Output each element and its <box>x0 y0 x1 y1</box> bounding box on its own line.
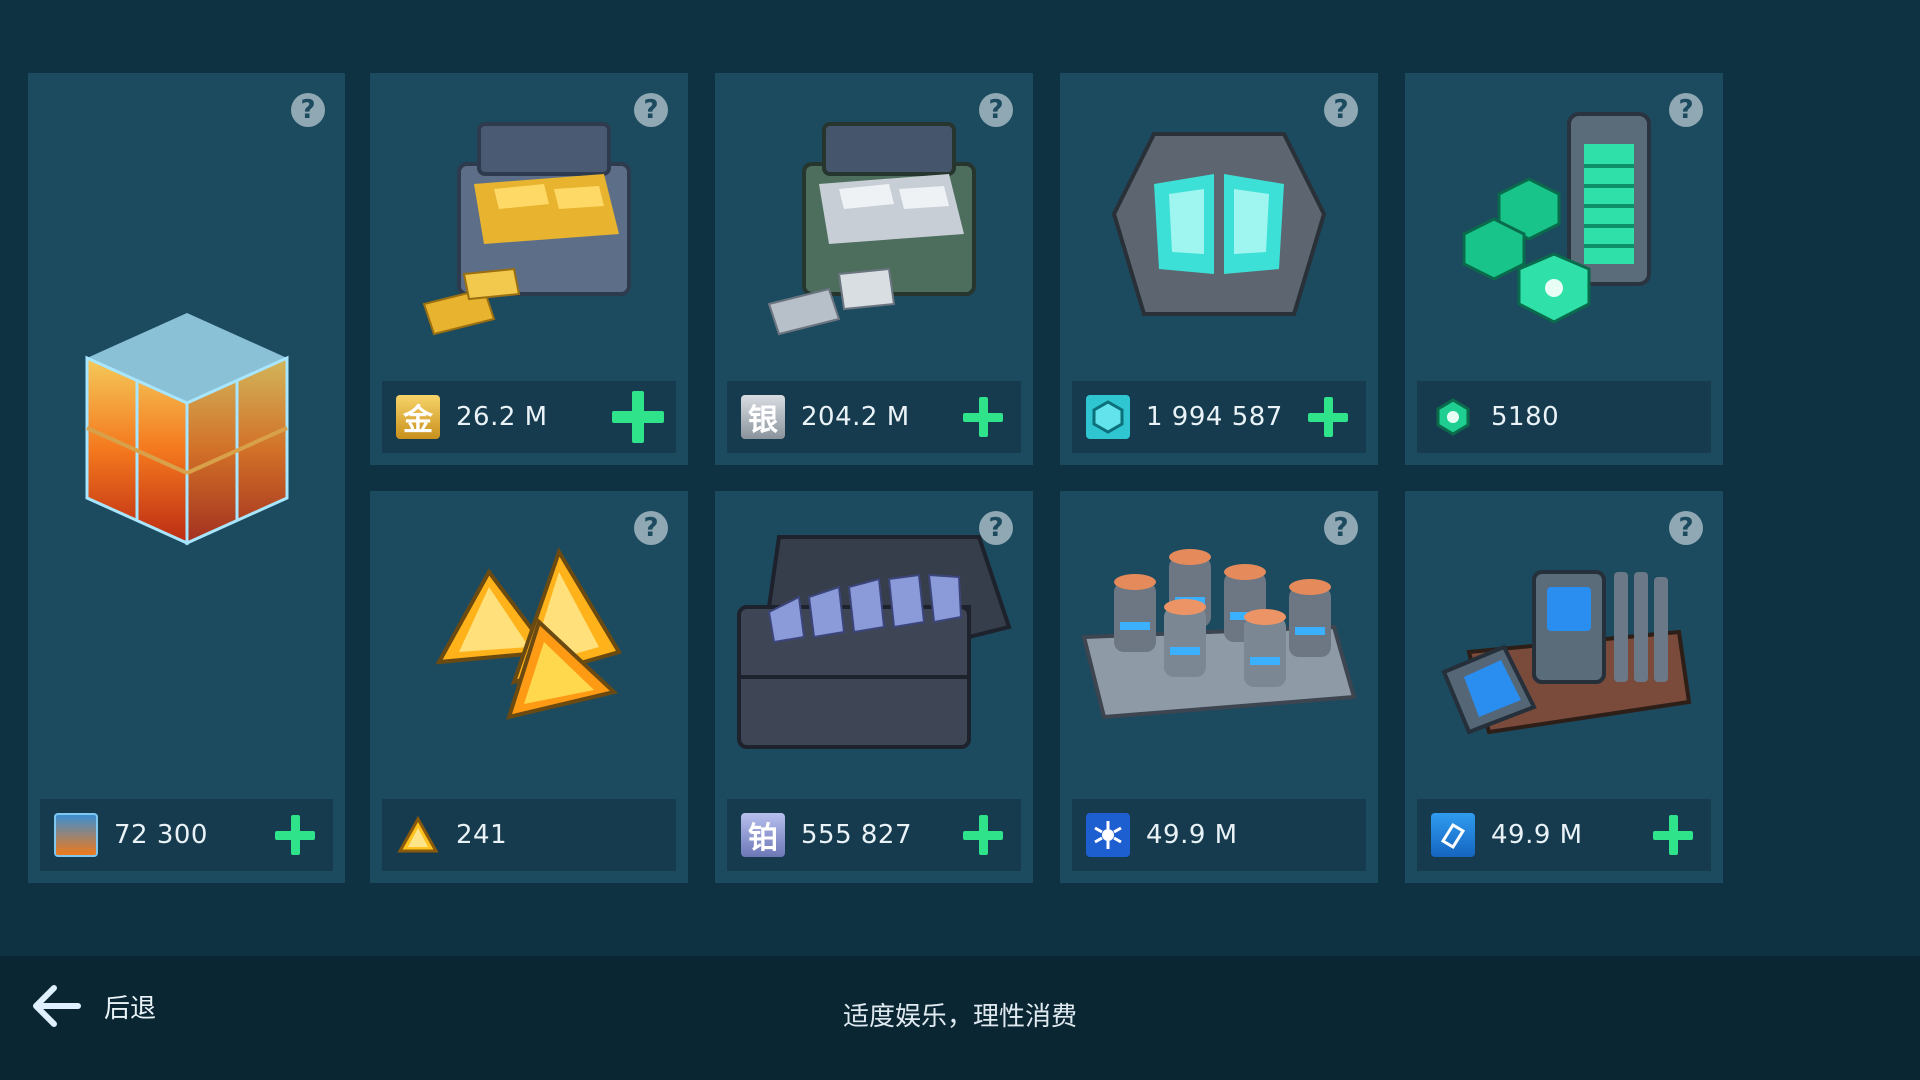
resource-card-silver[interactable]: ? 银 204.2 M <box>715 73 1033 465</box>
triangle-shard-icon <box>396 813 440 857</box>
resource-card-chip[interactable]: ? 49.9 M <box>1405 491 1723 883</box>
resource-card-green-token[interactable]: ? 5180 <box>1405 73 1723 465</box>
resource-amount: 49.9 M <box>1491 820 1583 850</box>
resource-bar: 5180 <box>1417 381 1711 453</box>
green-token-art <box>1405 73 1723 375</box>
platinum-chest-art <box>715 491 1033 793</box>
atom-icon <box>1086 813 1130 857</box>
gaming-notice: 适度娱乐，理性消费 <box>842 1002 1077 1032</box>
resource-card-gold[interactable]: ? 金 26.2 M <box>370 73 688 465</box>
resource-card-triangle-shard[interactable]: ? 241 <box>370 491 688 883</box>
gold-icon: 金 <box>396 395 440 439</box>
chip-icon <box>1431 813 1475 857</box>
canister-tray-art <box>1060 491 1378 793</box>
triangle-shard-art <box>370 491 688 793</box>
add-button[interactable] <box>955 807 1011 863</box>
resource-bar: 49.9 M <box>1072 799 1366 871</box>
resource-card-cube[interactable]: ? 72 300 <box>28 73 345 883</box>
gold-chest-art <box>370 73 688 375</box>
resource-amount: 26.2 M <box>456 402 548 432</box>
resource-bar: 铂 555 827 <box>727 799 1021 871</box>
green-hex-token-icon <box>1431 395 1475 439</box>
resource-amount: 204.2 M <box>801 402 910 432</box>
resource-bar: 72 300 <box>40 799 333 871</box>
add-button[interactable] <box>610 389 666 445</box>
add-button[interactable] <box>1645 807 1701 863</box>
resource-amount: 241 <box>456 820 508 850</box>
add-button[interactable] <box>267 807 323 863</box>
add-button[interactable] <box>955 389 1011 445</box>
resource-amount: 555 827 <box>801 820 913 850</box>
resource-bar: 金 26.2 M <box>382 381 676 453</box>
resource-amount: 49.9 M <box>1146 820 1238 850</box>
footer-bar: 后退 适度娱乐，理性消费 <box>0 956 1920 1080</box>
silver-icon: 银 <box>741 395 785 439</box>
resource-amount: 5180 <box>1491 402 1560 432</box>
platinum-icon: 铂 <box>741 813 785 857</box>
resource-card-crystal[interactable]: ? 1 994 587 <box>1060 73 1378 465</box>
resource-amount: 1 994 587 <box>1146 402 1283 432</box>
resource-card-atom[interactable]: ? 49.9 M <box>1060 491 1378 883</box>
resource-card-platinum[interactable]: ? 铂 555 827 <box>715 491 1033 883</box>
silver-chest-art <box>715 73 1033 375</box>
resource-bar: 银 204.2 M <box>727 381 1021 453</box>
add-button[interactable] <box>1300 389 1356 445</box>
chip-stack-art <box>1405 491 1723 793</box>
cube-art <box>28 73 345 793</box>
crystal-chest-art <box>1060 73 1378 375</box>
orange-cube-icon <box>54 813 98 857</box>
resource-bar: 49.9 M <box>1417 799 1711 871</box>
resource-bar: 241 <box>382 799 676 871</box>
resource-amount: 72 300 <box>114 820 208 850</box>
hex-crystal-icon <box>1086 395 1130 439</box>
resource-bar: 1 994 587 <box>1072 381 1366 453</box>
resource-grid: ? 72 300 ? 金 26.2 M ? 银 204.2 M ? 1 994 … <box>28 73 1728 883</box>
